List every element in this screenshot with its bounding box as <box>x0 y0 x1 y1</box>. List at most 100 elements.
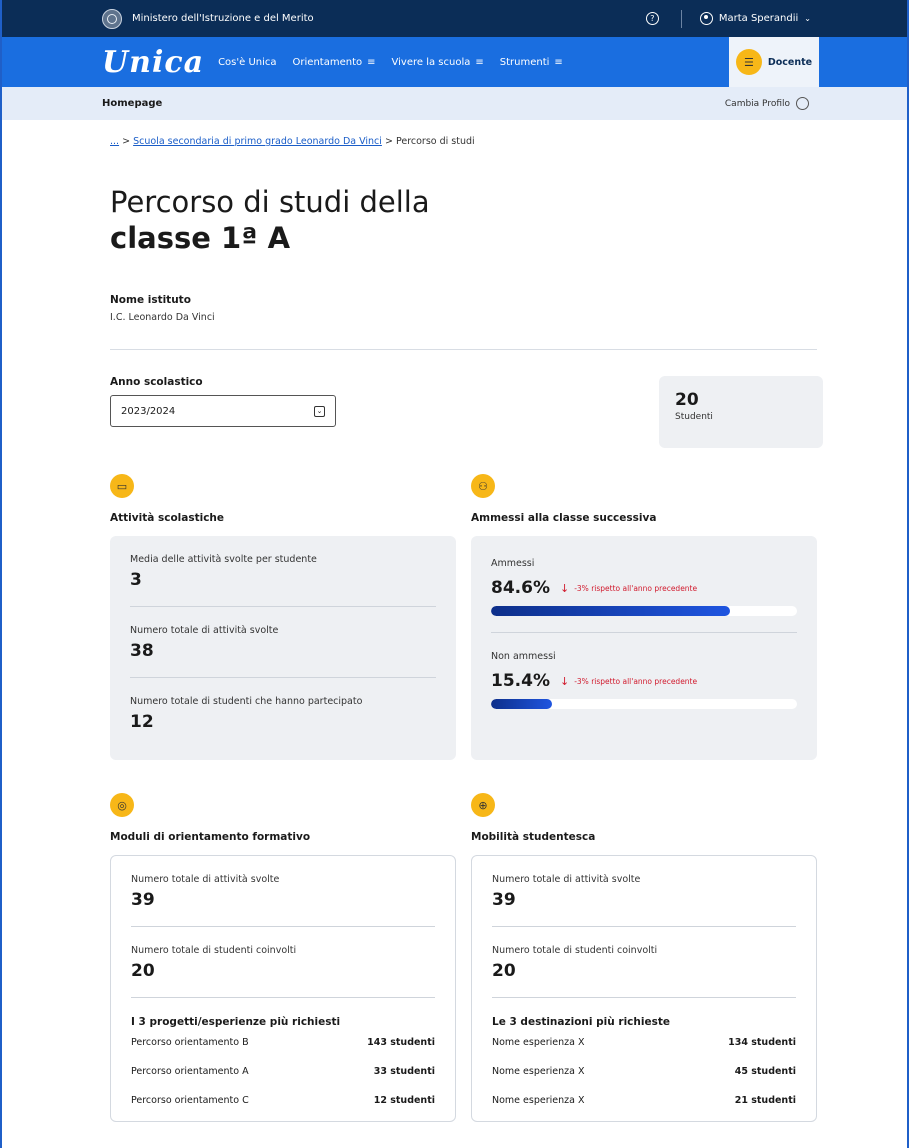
breadcrumb-current: Percorso di studi <box>395 136 475 147</box>
item-name: Percorso orientamento A <box>131 1066 249 1078</box>
top-list: Percorso orientamento B 143 studenti Perc… <box>131 1028 435 1121</box>
ministry-name[interactable]: Ministero dell'Istruzione e del Merito <box>132 13 314 24</box>
nav-item-orientamento[interactable]: Orientamento ≡ <box>293 57 376 68</box>
section-divider <box>110 349 817 351</box>
section-mobility: ⊕ Mobilità studentesca Numero totale di … <box>471 793 817 1123</box>
topbar-divider <box>680 9 682 28</box>
metric-value: 12 <box>130 712 154 733</box>
breadcrumb-school[interactable]: Scuola secondaria di primo grado Leonard… <box>133 136 382 147</box>
not-admitted-row: Non ammessi 15.4% ↓ -3% rispetto all'anno… <box>491 633 797 725</box>
metric-value: 20 <box>492 961 516 982</box>
delta-text: -3% rispetto all'anno precedente <box>574 676 698 686</box>
metric-value: 20 <box>131 961 155 982</box>
breadcrumb-ellipsis[interactable]: ... <box>110 136 119 147</box>
item-name: Nome esperienza X <box>492 1037 585 1049</box>
nav-item-label: Strumenti <box>499 56 550 68</box>
item-name: Nome esperienza X <box>492 1066 585 1078</box>
institute-value: I.C. Leonardo Da Vinci <box>110 312 215 324</box>
metric-label: Numero totale di studenti che hanno part… <box>130 696 363 708</box>
top-list-title: I 3 progetti/esperienze più richiesti <box>131 1016 341 1029</box>
nav-item-strumenti[interactable]: Strumenti ≡ <box>500 57 563 68</box>
metric: Numero totale di attività svolte 39 <box>131 856 435 928</box>
breadcrumb: ... > Scuola secondaria di primo grado L… <box>110 136 817 147</box>
nav-item-label: Vivere la scuola <box>391 56 471 68</box>
item-count: 134 studenti <box>728 1037 796 1049</box>
change-profile-label: Cambia Profilo <box>724 98 790 109</box>
section-activities: ▭ Attività scolastiche Media delle attiv… <box>110 474 456 761</box>
chevron-down-icon[interactable]: ⌄ <box>804 14 811 23</box>
admitted-row: Ammessi 84.6% ↓ -3% rispetto all'anno pre… <box>491 536 797 634</box>
role-docente-button[interactable]: ☰ Docente <box>729 37 819 87</box>
item-count: 12 studenti <box>373 1095 435 1107</box>
homepage-link[interactable]: Homepage <box>102 98 725 109</box>
item-name: Percorso orientamento B <box>131 1037 249 1049</box>
top-list: Nome esperienza X 134 studenti Nome esper… <box>492 1028 796 1121</box>
item-count: 33 studenti <box>373 1066 435 1078</box>
unica-logo[interactable]: Unica <box>102 45 204 80</box>
nav-item-label: Cos'è Unica <box>218 56 277 68</box>
section-title: Moduli di orientamento formativo <box>110 831 311 844</box>
not-admitted-pct-row: 15.4% ↓ -3% rispetto all'anno precedente <box>491 671 797 691</box>
menu-icon: ≡ <box>475 56 484 68</box>
metric-label: Media delle attività svolte per studente <box>130 554 317 566</box>
metric-value: 3 <box>130 570 142 591</box>
role-label: Docente <box>767 56 813 68</box>
progress-fill <box>491 606 730 617</box>
students-growth-icon: ⚇ <box>471 474 495 499</box>
menu-icon: ≡ <box>554 56 563 68</box>
delta-badge: ↓ -3% rispetto all'anno precedente <box>560 582 697 595</box>
item-name: Percorso orientamento C <box>131 1095 249 1107</box>
metric: Numero totale di studenti coinvolti 20 <box>131 927 435 999</box>
year-select-value: 2023/2024 <box>121 405 176 417</box>
students-count-box: 20 Studenti <box>659 376 823 449</box>
section-title: Attività scolastiche <box>110 512 225 525</box>
page-title-line2: classe 1ª A <box>110 220 291 255</box>
metric-value: 38 <box>130 641 154 662</box>
mobility-card: Numero totale di attività svolte 39 Nume… <box>471 855 817 1123</box>
main-nav: Unica Cos'è Unica Orientamento ≡ Vivere l… <box>2 37 907 87</box>
change-profile-button[interactable]: Cambia Profilo <box>725 97 809 110</box>
compass-icon: ◎ <box>110 793 134 818</box>
page: Ministero dell'Istruzione e del Merito ?… <box>0 0 909 1148</box>
metric-value: 39 <box>492 890 516 911</box>
metric-label: Numero totale di attività svolte <box>492 874 641 886</box>
sub-bar: Homepage Cambia Profilo <box>2 87 907 120</box>
globe-icon: ⊕ <box>471 793 495 818</box>
section-modules: ◎ Moduli di orientamento formativo Numer… <box>110 793 456 1123</box>
list-item: Percorso orientamento A 33 studenti <box>131 1057 435 1086</box>
item-name: Nome esperienza X <box>492 1095 585 1107</box>
activities-card: Media delle attività svolte per studente… <box>110 536 456 761</box>
item-count: 21 studenti <box>734 1095 796 1107</box>
help-circle-icon[interactable]: ? <box>645 12 659 25</box>
item-count: 143 studenti <box>367 1037 435 1049</box>
nav-item-cose-unica[interactable]: Cos'è Unica <box>218 57 276 68</box>
list-item: Nome esperienza X 134 studenti <box>492 1028 796 1057</box>
metric-label: Numero totale di studenti coinvolti <box>492 945 658 957</box>
not-admitted-label: Non ammessi <box>491 651 556 663</box>
metric: Media delle attività svolte per studente… <box>130 536 436 608</box>
metric-value: 39 <box>131 890 155 911</box>
nav-item-vivere-la-scuola[interactable]: Vivere la scuola ≡ <box>392 57 484 68</box>
list-item: Percorso orientamento C 12 studenti <box>131 1086 435 1115</box>
delta-badge: ↓ -3% rispetto all'anno precedente <box>560 675 697 688</box>
section-title: Mobilità studentesca <box>471 831 596 844</box>
breadcrumb-separator: > <box>384 136 393 147</box>
metric: Numero totale di attività svolte 39 <box>492 856 796 928</box>
delta-text: -3% rispetto all'anno precedente <box>574 583 698 593</box>
metric-label: Numero totale di attività svolte <box>130 625 279 637</box>
chevron-down-icon: ⌄ <box>314 405 325 417</box>
user-icon <box>699 12 713 25</box>
list-item: Nome esperienza X 45 studenti <box>492 1057 796 1086</box>
admitted-card: Ammessi 84.6% ↓ -3% rispetto all'anno pre… <box>471 536 817 761</box>
ministry-bar: Ministero dell'Istruzione e del Merito ?… <box>2 0 907 37</box>
breadcrumb-separator: > <box>122 136 131 147</box>
institute-label: Nome istituto <box>110 294 191 307</box>
metric-label: Numero totale di studenti coinvolti <box>131 945 297 957</box>
admitted-pct-row: 84.6% ↓ -3% rispetto all'anno precedente <box>491 578 797 598</box>
section-title: Ammessi alla classe successiva <box>471 512 657 525</box>
year-select[interactable]: 2023/2024 ⌄ <box>110 395 336 428</box>
user-menu[interactable]: Marta Sperandii <box>719 13 798 24</box>
metric: Numero totale di studenti che hanno part… <box>130 678 436 748</box>
not-admitted-pct: 15.4% <box>491 671 550 692</box>
ministry-crest-icon <box>102 8 122 29</box>
